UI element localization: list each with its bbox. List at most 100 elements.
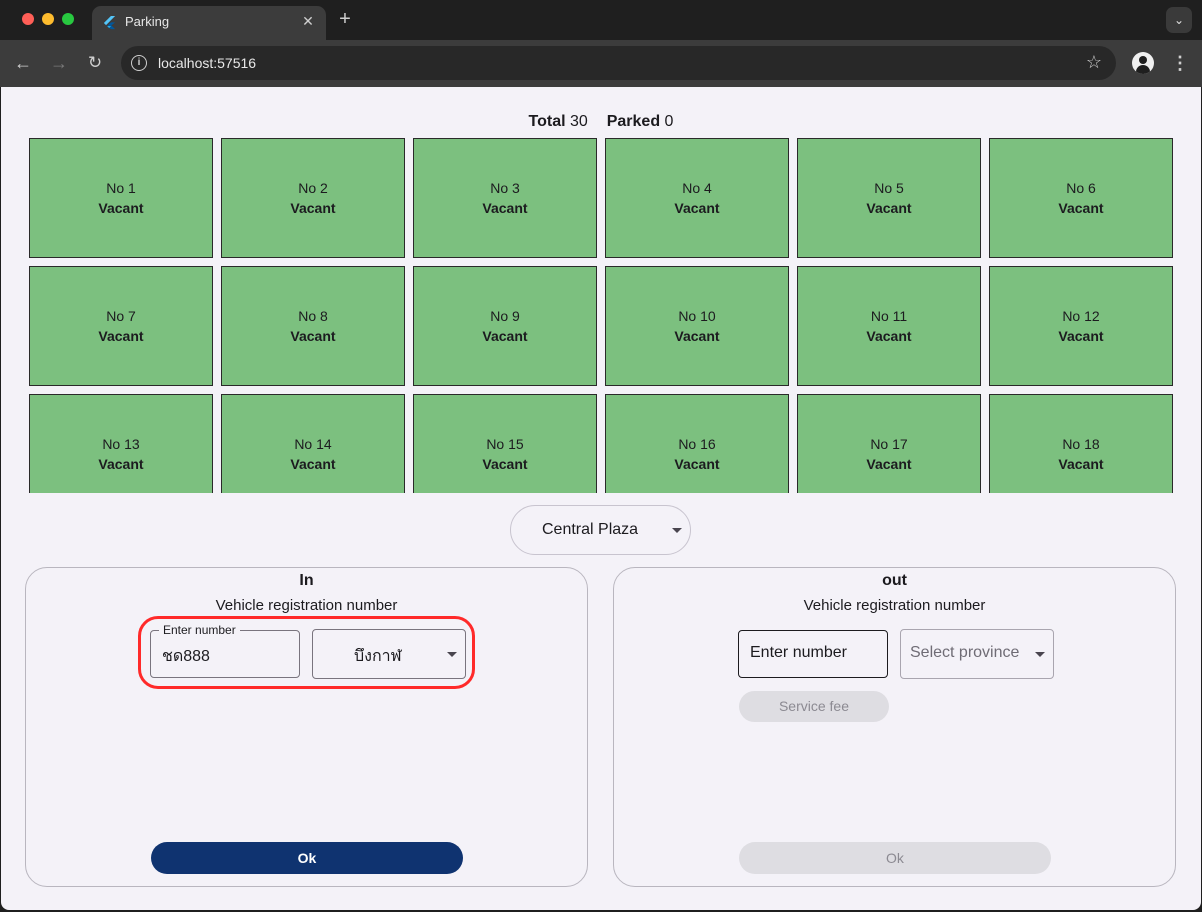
slot-number: No 18 — [1062, 436, 1100, 452]
slot-number: No 13 — [102, 436, 140, 452]
slot-status: Vacant — [674, 200, 720, 216]
slot-status: Vacant — [290, 200, 336, 216]
in-ok-button[interactable]: Ok — [151, 842, 463, 874]
slot-number: No 14 — [294, 436, 332, 452]
slot-number: No 4 — [682, 180, 712, 196]
flutter-icon — [103, 15, 116, 30]
parking-slot[interactable]: No 12 Vacant — [989, 266, 1173, 386]
parking-slot[interactable]: No 17 Vacant — [797, 394, 981, 493]
parking-slot[interactable]: No 14 Vacant — [221, 394, 405, 493]
browser-toolbar: ← → ↻ i localhost:57516 ☆ ⋮ — [0, 40, 1202, 87]
parking-slot[interactable]: No 7 Vacant — [29, 266, 213, 386]
parking-slot[interactable]: No 18 Vacant — [989, 394, 1173, 493]
service-fee-button[interactable]: Service fee — [739, 691, 889, 722]
out-number-field[interactable]: Enter number — [738, 630, 888, 678]
slot-status: Vacant — [1058, 200, 1104, 216]
slot-status: Vacant — [674, 456, 720, 472]
slot-status: Vacant — [674, 328, 720, 344]
out-province-dropdown[interactable]: Select province — [900, 629, 1054, 679]
slot-status: Vacant — [482, 456, 528, 472]
slot-status: Vacant — [290, 456, 336, 472]
minimize-window-button[interactable] — [42, 13, 54, 25]
parking-slot[interactable]: No 1 Vacant — [29, 138, 213, 258]
slot-status: Vacant — [1058, 328, 1104, 344]
parking-slot[interactable]: No 2 Vacant — [221, 138, 405, 258]
slot-number: No 9 — [490, 308, 520, 324]
parked-value: 0 — [664, 113, 674, 130]
slot-status: Vacant — [482, 200, 528, 216]
parking-slot[interactable]: No 16 Vacant — [605, 394, 789, 493]
dropdown-arrow-icon — [1035, 652, 1045, 657]
highlight-annotation — [138, 616, 475, 689]
parked-label: Parked — [606, 113, 661, 130]
forward-icon[interactable]: → — [47, 51, 71, 75]
url-text[interactable]: localhost:57516 — [158, 55, 256, 71]
total-value: 30 — [570, 113, 588, 130]
tab-close-icon[interactable]: ✕ — [298, 11, 318, 31]
slot-grid-inner: No 1 Vacant No 2 Vacant No 3 Vacant No 4 Vacant… — [29, 138, 1174, 493]
in-panel: In Vehicle registration number Enter num… — [25, 567, 588, 887]
maximize-window-button[interactable] — [62, 13, 74, 25]
slot-number: No 3 — [490, 180, 520, 196]
parking-slot[interactable]: No 4 Vacant — [605, 138, 789, 258]
in-panel-title: In — [299, 572, 314, 589]
slot-number: No 1 — [106, 180, 136, 196]
parking-app: Total 30 Parked 0 No 1 Vacant No 2 Vacant No… — [1, 87, 1201, 910]
parking-slot[interactable]: No 9 Vacant — [413, 266, 597, 386]
profile-avatar-icon[interactable] — [1132, 52, 1154, 74]
slot-number: No 11 — [870, 308, 908, 324]
site-info-icon[interactable]: i — [131, 55, 147, 71]
out-province-placeholder: Select province — [910, 644, 1020, 661]
slot-number: No 8 — [298, 308, 328, 324]
slot-status: Vacant — [98, 200, 144, 216]
total-label: Total — [528, 113, 566, 130]
slot-number: No 2 — [298, 180, 328, 196]
browser-menu-icon[interactable]: ⋮ — [1170, 51, 1190, 75]
out-panel: out Vehicle registration number Enter nu… — [613, 567, 1176, 887]
slot-status: Vacant — [866, 200, 912, 216]
slot-status: Vacant — [290, 328, 336, 344]
browser-chrome: Parking ✕ + ⌄ ← → ↻ i localhost:57516 ☆ … — [0, 0, 1202, 87]
slot-number: No 5 — [874, 180, 904, 196]
parking-slot[interactable]: No 5 Vacant — [797, 138, 981, 258]
parking-slot[interactable]: No 10 Vacant — [605, 266, 789, 386]
address-bar[interactable]: i localhost:57516 ☆ — [121, 46, 1116, 80]
bookmark-star-icon[interactable]: ☆ — [1086, 52, 1102, 73]
parking-slot[interactable]: No 15 Vacant — [413, 394, 597, 493]
parking-summary: Total 30 Parked 0 — [1, 113, 1201, 131]
dropdown-arrow-icon — [672, 528, 682, 533]
location-dropdown[interactable]: Central Plaza — [510, 505, 691, 555]
slot-number: No 6 — [1066, 180, 1096, 196]
tab-title: Parking — [125, 14, 170, 29]
parking-slot[interactable]: No 13 Vacant — [29, 394, 213, 493]
slot-number: No 12 — [1062, 308, 1100, 324]
tab-search-icon[interactable]: ⌄ — [1166, 7, 1192, 33]
close-window-button[interactable] — [22, 13, 34, 25]
slot-status: Vacant — [98, 456, 144, 472]
tab-bar: Parking ✕ + ⌄ — [0, 0, 1202, 40]
parking-slot[interactable]: No 3 Vacant — [413, 138, 597, 258]
out-number-placeholder: Enter number — [750, 644, 847, 661]
location-selected: Central Plaza — [542, 521, 639, 538]
slot-status: Vacant — [1058, 456, 1104, 472]
parking-slot[interactable]: No 6 Vacant — [989, 138, 1173, 258]
slot-number: No 16 — [678, 436, 716, 452]
back-icon[interactable]: ← — [11, 51, 35, 75]
parking-slot[interactable]: No 8 Vacant — [221, 266, 405, 386]
out-panel-subtitle: Vehicle registration number — [803, 597, 986, 614]
slot-status: Vacant — [482, 328, 528, 344]
slot-status: Vacant — [98, 328, 144, 344]
slot-number: No 15 — [486, 436, 524, 452]
reload-icon[interactable]: ↻ — [83, 51, 107, 75]
parking-slot[interactable]: No 11 Vacant — [797, 266, 981, 386]
slot-status: Vacant — [866, 328, 912, 344]
new-tab-button[interactable]: + — [334, 8, 356, 30]
parking-slot-grid[interactable]: No 1 Vacant No 2 Vacant No 3 Vacant No 4 Vacant… — [29, 138, 1174, 493]
slot-number: No 17 — [870, 436, 908, 452]
browser-tab[interactable]: Parking ✕ — [92, 6, 326, 40]
slot-status: Vacant — [866, 456, 912, 472]
out-ok-button[interactable]: Ok — [739, 842, 1051, 874]
slot-number: No 7 — [106, 308, 136, 324]
in-panel-subtitle: Vehicle registration number — [215, 597, 398, 614]
slot-number: No 10 — [678, 308, 716, 324]
